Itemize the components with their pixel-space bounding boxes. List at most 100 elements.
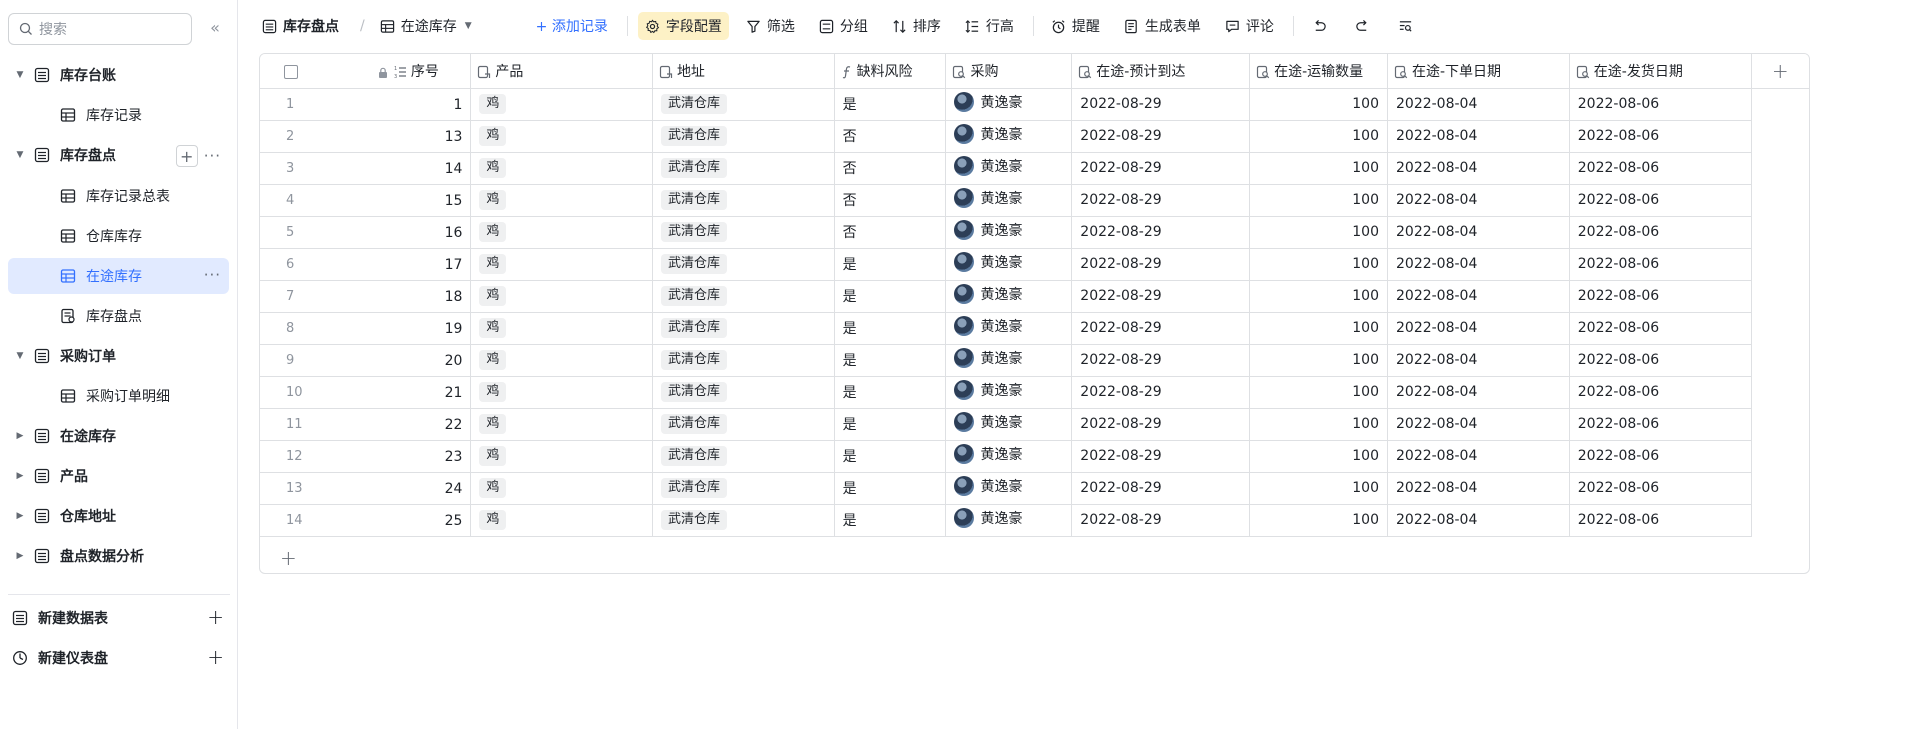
row-seq-cell[interactable]: 11 22 (260, 408, 472, 441)
qty-cell[interactable]: 100 (1249, 312, 1388, 345)
risk-cell[interactable]: 是 (834, 440, 947, 473)
buyer-cell[interactable]: 黄逸豪 (945, 472, 1073, 505)
generate-form-button[interactable]: 生成表单 (1117, 12, 1208, 40)
product-cell[interactable]: 鸡 (470, 152, 653, 185)
row-seq-cell[interactable]: 5 16 (260, 216, 472, 249)
risk-cell[interactable]: 否 (834, 120, 947, 153)
comment-button[interactable]: 评论 (1218, 12, 1281, 40)
eta-cell[interactable]: 2022-08-29 (1071, 88, 1251, 121)
buyer-cell[interactable]: 黄逸豪 (945, 376, 1073, 409)
add-row-button[interactable]: + (280, 546, 297, 570)
address-cell[interactable]: 武清仓库 (652, 376, 835, 409)
buyer-cell[interactable]: 黄逸豪 (945, 120, 1073, 153)
row-seq-cell[interactable]: 12 23 (260, 440, 472, 473)
risk-cell[interactable]: 是 (834, 472, 947, 505)
product-cell[interactable]: 鸡 (470, 472, 653, 505)
add-table-icon[interactable]: + (207, 606, 224, 628)
ship-date-cell[interactable]: 2022-08-06 (1569, 152, 1752, 185)
buyer-cell[interactable]: 黄逸豪 (945, 344, 1073, 377)
filter-button[interactable]: 筛选 (739, 12, 802, 40)
sidebar-item[interactable]: 库存记录总表 (8, 178, 229, 214)
eta-cell[interactable]: 2022-08-29 (1071, 216, 1251, 249)
add-record-button[interactable]: + 添加记录 (529, 12, 615, 40)
table-row[interactable]: 1 1 鸡武清仓库是黄逸豪 2022-08-29 100 2022-08-04 2022-0… (260, 88, 1809, 121)
sort-button[interactable]: 排序 (885, 12, 948, 40)
row-seq-cell[interactable]: 11 (260, 88, 472, 121)
row-seq-cell[interactable]: 7 18 (260, 280, 472, 313)
table-row[interactable]: 2 13 鸡 武清仓库 否 黄逸豪 2022-08-29 100 2022-08-04 2022-… (260, 120, 1809, 153)
row-height-button[interactable]: 行高 (958, 12, 1021, 40)
address-cell[interactable]: 武清仓库 (652, 152, 835, 185)
more-icon[interactable]: ··· (204, 147, 221, 165)
sidebar-item[interactable]: ▼ 库存盘点 + ··· (8, 137, 229, 173)
reminder-button[interactable]: 提醒 (1044, 12, 1107, 40)
sidebar-item[interactable]: 库存盘点 (8, 298, 229, 334)
order-date-cell[interactable]: 2022-08-04 (1387, 504, 1570, 537)
qty-cell[interactable]: 100 (1249, 376, 1388, 409)
row-seq-cell[interactable]: 3 14 (260, 152, 472, 185)
sidebar-item[interactable]: ▼ 库存台账 (8, 57, 229, 93)
qty-cell[interactable]: 100 (1249, 216, 1388, 249)
table-row[interactable]: 11 22 鸡 武清仓库 是 黄逸豪 2022-08-29 100 2022-08-04 2022… (260, 408, 1809, 441)
order-date-cell[interactable]: 2022-08-04 (1387, 312, 1570, 345)
ship-date-cell[interactable]: 2022-08-06 (1569, 344, 1752, 377)
buyer-cell[interactable]: 黄逸豪 (945, 440, 1073, 473)
table-row[interactable]: 13 24 鸡 武清仓库 是 黄逸豪 2022-08-29 100 2022-08-04 2022… (260, 472, 1809, 505)
address-cell[interactable]: 武清仓库 (652, 440, 835, 473)
table-row[interactable]: 14 25 鸡 武清仓库 是 黄逸豪 2022-08-29 100 2022-08-04 2022… (260, 504, 1809, 537)
new-table-item[interactable]: 新建数据表 + (12, 602, 228, 634)
address-cell[interactable]: 武清仓库 (652, 472, 835, 505)
table-row[interactable]: 5 16 鸡 武清仓库 否 黄逸豪 2022-08-29 100 2022-08-04 2022-… (260, 216, 1809, 249)
eta-cell[interactable]: 2022-08-29 (1071, 344, 1251, 377)
undo-button[interactable] (1304, 12, 1341, 40)
risk-cell[interactable]: 否 (834, 184, 947, 217)
address-cell[interactable]: 武清仓库 (652, 408, 835, 441)
table-title-crumb[interactable]: 库存盘点 (262, 12, 346, 40)
product-cell[interactable]: 鸡 (470, 312, 653, 345)
eta-cell[interactable]: 2022-08-29 (1071, 408, 1251, 441)
ship-date-cell[interactable]: 2022-08-06 (1569, 408, 1752, 441)
caret-right-icon[interactable]: ▶ (12, 471, 28, 481)
buyer-cell[interactable]: 黄逸豪 (945, 280, 1073, 313)
eta-cell[interactable]: 2022-08-29 (1071, 440, 1251, 473)
qty-cell[interactable]: 100 (1249, 344, 1388, 377)
table-row[interactable]: 4 15 鸡 武清仓库 否 黄逸豪 2022-08-29 100 2022-08-04 2022-… (260, 184, 1809, 217)
qty-cell[interactable]: 100 (1249, 88, 1388, 121)
product-cell[interactable]: 鸡 (470, 216, 653, 249)
eta-cell[interactable]: 2022-08-29 (1071, 472, 1251, 505)
table-row[interactable]: 8 19 鸡 武清仓库 是 黄逸豪 2022-08-29 100 2022-08-04 2022-… (260, 312, 1809, 345)
table-row[interactable]: 12 23 鸡 武清仓库 是 黄逸豪 2022-08-29 100 2022-08-04 2022… (260, 440, 1809, 473)
caret-down-icon[interactable]: ▼ (12, 150, 28, 160)
column-header-ship-date[interactable]: 在途-发货日期 (1569, 54, 1752, 89)
column-header-address[interactable]: 地址 (652, 54, 835, 89)
risk-cell[interactable]: 是 (834, 312, 947, 345)
eta-cell[interactable]: 2022-08-29 (1071, 280, 1251, 313)
buyer-cell[interactable]: 黄逸豪 (945, 152, 1073, 185)
order-date-cell[interactable]: 2022-08-04 (1387, 440, 1570, 473)
column-header-eta[interactable]: 在途-预计到达 (1071, 54, 1251, 89)
table-row[interactable]: 10 21 鸡 武清仓库 是 黄逸豪 2022-08-29 100 2022-08-04 2022… (260, 376, 1809, 409)
column-header-qty[interactable]: 在途-运输数量 (1249, 54, 1388, 89)
ship-date-cell[interactable]: 2022-08-06 (1569, 280, 1752, 313)
qty-cell[interactable]: 100 (1249, 184, 1388, 217)
eta-cell[interactable]: 2022-08-29 (1071, 248, 1251, 281)
buyer-cell[interactable]: 黄逸豪 (945, 504, 1073, 537)
caret-down-icon[interactable]: ▼ (12, 70, 28, 80)
address-cell[interactable]: 武清仓库 (652, 344, 835, 377)
buyer-cell[interactable]: 黄逸豪 (945, 184, 1073, 217)
address-cell[interactable]: 武清仓库 (652, 120, 835, 153)
order-date-cell[interactable]: 2022-08-04 (1387, 152, 1570, 185)
row-seq-cell[interactable]: 4 15 (260, 184, 472, 217)
caret-right-icon[interactable]: ▶ (12, 511, 28, 521)
risk-cell[interactable]: 是 (834, 376, 947, 409)
risk-cell[interactable]: 是 (834, 408, 947, 441)
table-row[interactable]: 6 17 鸡 武清仓库 是 黄逸豪 2022-08-29 100 2022-08-04 2022-… (260, 248, 1809, 281)
view-switcher[interactable]: 在途库存 ▼ (373, 12, 479, 40)
order-date-cell[interactable]: 2022-08-04 (1387, 248, 1570, 281)
order-date-cell[interactable]: 2022-08-04 (1387, 408, 1570, 441)
ship-date-cell[interactable]: 2022-08-06 (1569, 440, 1752, 473)
collapse-sidebar-icon[interactable]: « (206, 19, 224, 37)
qty-cell[interactable]: 100 (1249, 248, 1388, 281)
product-cell[interactable]: 鸡 (470, 504, 653, 537)
risk-cell[interactable]: 是 (834, 248, 947, 281)
